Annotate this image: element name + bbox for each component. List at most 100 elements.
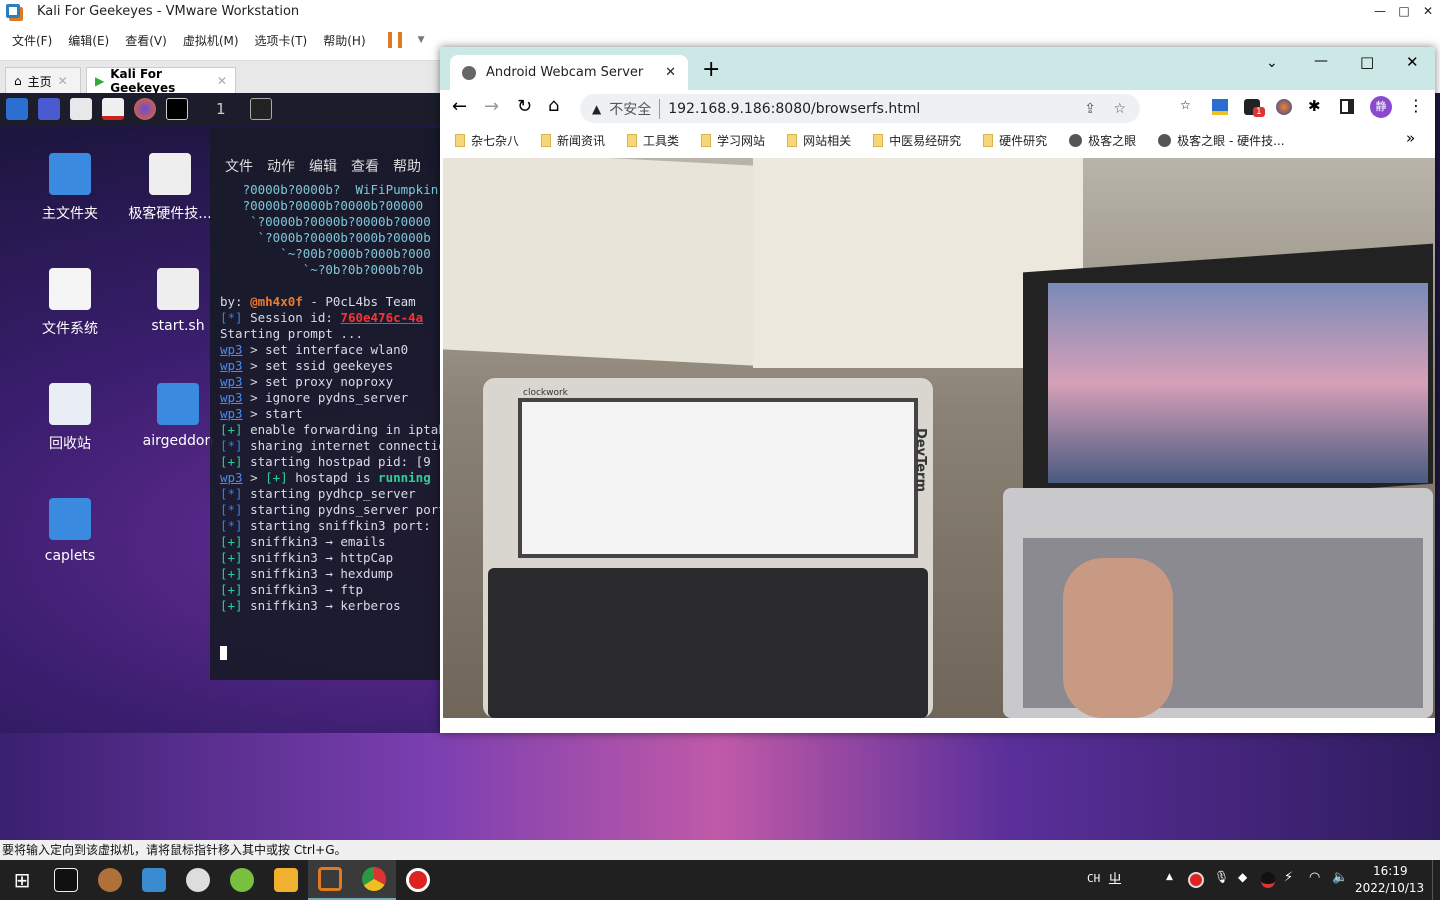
ime-mode-icon[interactable]: ㄓ [1108, 869, 1122, 889]
warning-icon: ▲ [592, 101, 602, 116]
text-editor-icon[interactable] [102, 98, 124, 120]
taskbar-recorder[interactable] [396, 860, 440, 900]
terminal-line: [+] sniffkin3 → emails [220, 534, 386, 549]
bookmark-1[interactable]: 新闻资讯 [541, 132, 605, 149]
tab-webcam[interactable]: Android Webcam Server ✕ [450, 55, 688, 90]
close-icon[interactable]: ✕ [217, 74, 227, 88]
tray-overflow-icon[interactable]: ▲ [1166, 872, 1173, 882]
home-icon: ⌂ [14, 74, 22, 88]
terminal-menu-help[interactable]: 帮助 [393, 156, 421, 176]
tab-search-icon[interactable]: ⌄ [1266, 55, 1278, 71]
back-icon[interactable]: ← [452, 96, 467, 117]
taskbar-app-1[interactable] [44, 860, 88, 900]
desktop-icon-0[interactable]: 主文件夹 [20, 153, 120, 223]
terminal-icon[interactable] [166, 98, 188, 120]
chrome-tabstrip: Android Webcam Server ✕ + ⌄ — □ ✕ [440, 47, 1435, 90]
minimize-button[interactable]: — [1368, 0, 1392, 22]
menu-kebab-icon[interactable]: ⋮ [1408, 96, 1424, 115]
taskbar-app-2[interactable] [88, 860, 132, 900]
menu-file[interactable]: 文件(F) [12, 32, 52, 49]
pause-icon[interactable] [387, 32, 402, 48]
folder-icon [627, 133, 638, 147]
extension-badge: 1 [1253, 107, 1265, 117]
tray-app-icon[interactable]: ◆ [1238, 870, 1247, 884]
side-panel-icon[interactable] [1340, 99, 1354, 114]
desktop-icon-1[interactable]: 极客硬件技... [120, 153, 220, 223]
terminal-menu-edit[interactable]: 编辑 [309, 156, 337, 176]
close-icon[interactable]: ✕ [58, 74, 68, 88]
kali-menu-icon[interactable] [6, 98, 28, 120]
bookmark-8[interactable]: 极客之眼 - 硬件技... [1158, 132, 1285, 149]
ime-indicator[interactable]: CH [1087, 872, 1100, 885]
menu-vm[interactable]: 虚拟机(M) [183, 32, 239, 49]
terminal-task-icon[interactable] [249, 98, 272, 120]
reload-icon[interactable]: ↻ [517, 96, 532, 117]
bookmark-3[interactable]: 学习网站 [701, 132, 765, 149]
menu-edit[interactable]: 编辑(E) [68, 32, 109, 49]
url-text[interactable]: 192.168.9.186:8080/browserfs.html [668, 101, 920, 117]
workspace-switcher[interactable]: 1 [216, 100, 226, 118]
download-extension-icon[interactable] [1212, 99, 1228, 115]
clock-time[interactable]: 16:19 [1373, 864, 1408, 878]
taskbar-vmware[interactable] [308, 860, 352, 900]
chevron-down-icon[interactable]: ▼ [418, 35, 425, 45]
wifi-icon[interactable]: ◠ [1309, 870, 1320, 885]
desktop-icon-4[interactable]: 回收站 [20, 383, 120, 453]
start-button[interactable]: ⊞ [0, 860, 44, 900]
taskbar-app-3[interactable] [132, 860, 176, 900]
bookmark-2[interactable]: 工具类 [627, 132, 679, 149]
taskbar-app-5[interactable] [220, 860, 264, 900]
home-icon[interactable]: ⌂ [548, 95, 559, 116]
clock-date[interactable]: 2022/10/13 [1355, 881, 1424, 895]
maximize-button[interactable]: □ [1360, 53, 1374, 71]
terminal-output: ?0000b?0000b? WiFiPumpkin ?0000b?0000b?0… [210, 182, 442, 662]
terminal-line: [*] starting sniffkin3 port: [220, 518, 431, 533]
volume-icon[interactable]: 🔈 [1332, 870, 1348, 885]
new-tab-button[interactable]: + [702, 57, 720, 82]
tab-home[interactable]: ⌂ 主页 ✕ [5, 67, 81, 94]
minimize-button[interactable]: — [1314, 53, 1328, 69]
desktop-icon-6[interactable]: caplets [20, 498, 120, 564]
menu-tabs[interactable]: 选项卡(T) [255, 32, 308, 49]
desktop-icon-2[interactable]: 文件系统 [20, 268, 120, 338]
taskbar-app-6[interactable] [264, 860, 308, 900]
desktop-icon[interactable] [38, 98, 60, 120]
taskbar-chrome[interactable] [352, 860, 396, 900]
firefox-icon[interactable] [134, 98, 156, 120]
menu-view[interactable]: 查看(V) [125, 32, 167, 49]
bookmark-6[interactable]: 硬件研究 [983, 132, 1047, 149]
close-tab-icon[interactable]: ✕ [665, 65, 676, 80]
record-tray-icon[interactable] [1188, 872, 1204, 888]
forward-icon[interactable]: → [484, 96, 499, 117]
qq-icon[interactable] [1261, 872, 1275, 888]
bookmark-7[interactable]: 极客之眼 [1069, 132, 1136, 149]
terminal-menu-action[interactable]: 动作 [267, 156, 295, 176]
globe-icon [1158, 133, 1172, 147]
file-manager-icon[interactable] [70, 98, 92, 120]
bookmark-4[interactable]: 网站相关 [787, 132, 851, 149]
menu-help[interactable]: 帮助(H) [323, 32, 365, 49]
bookmark-star-icon[interactable]: ☆ [1113, 101, 1126, 117]
maximize-button[interactable]: □ [1392, 0, 1416, 22]
share-icon[interactable]: ⇪ [1084, 101, 1096, 117]
folder-icon [873, 133, 884, 147]
terminal-menu-view[interactable]: 查看 [351, 156, 379, 176]
profile-avatar[interactable]: 静 [1370, 96, 1392, 118]
tab-kali[interactable]: ▶ Kali For Geekeyes ✕ [86, 67, 236, 95]
reading-list-icon[interactable]: ☆ [1180, 98, 1191, 112]
more-bookmarks-button[interactable]: » [1406, 129, 1415, 147]
extension-icon-2[interactable] [1276, 99, 1292, 115]
terminal-window[interactable]: 文件 动作 编辑 查看 帮助 ?0000b?0000b? WiFiPumpkin… [210, 128, 442, 680]
taskbar-app-4[interactable] [176, 860, 220, 900]
address-bar[interactable]: ▲ 不安全 192.168.9.186:8080/browserfs.html … [580, 94, 1140, 123]
microphone-icon[interactable]: 🎙 [1214, 870, 1229, 884]
show-desktop-button[interactable] [1432, 860, 1440, 900]
terminal-menu-file[interactable]: 文件 [225, 156, 253, 176]
bookmark-0[interactable]: 杂七杂八 [455, 132, 519, 149]
wallpaper [0, 733, 1440, 840]
bookmark-5[interactable]: 中医易经研究 [873, 132, 961, 149]
extensions-puzzle-icon[interactable]: ✱ [1308, 97, 1321, 115]
close-button[interactable]: ✕ [1416, 0, 1440, 22]
power-icon[interactable]: ⚡ [1284, 870, 1293, 885]
close-button[interactable]: ✕ [1406, 53, 1419, 71]
